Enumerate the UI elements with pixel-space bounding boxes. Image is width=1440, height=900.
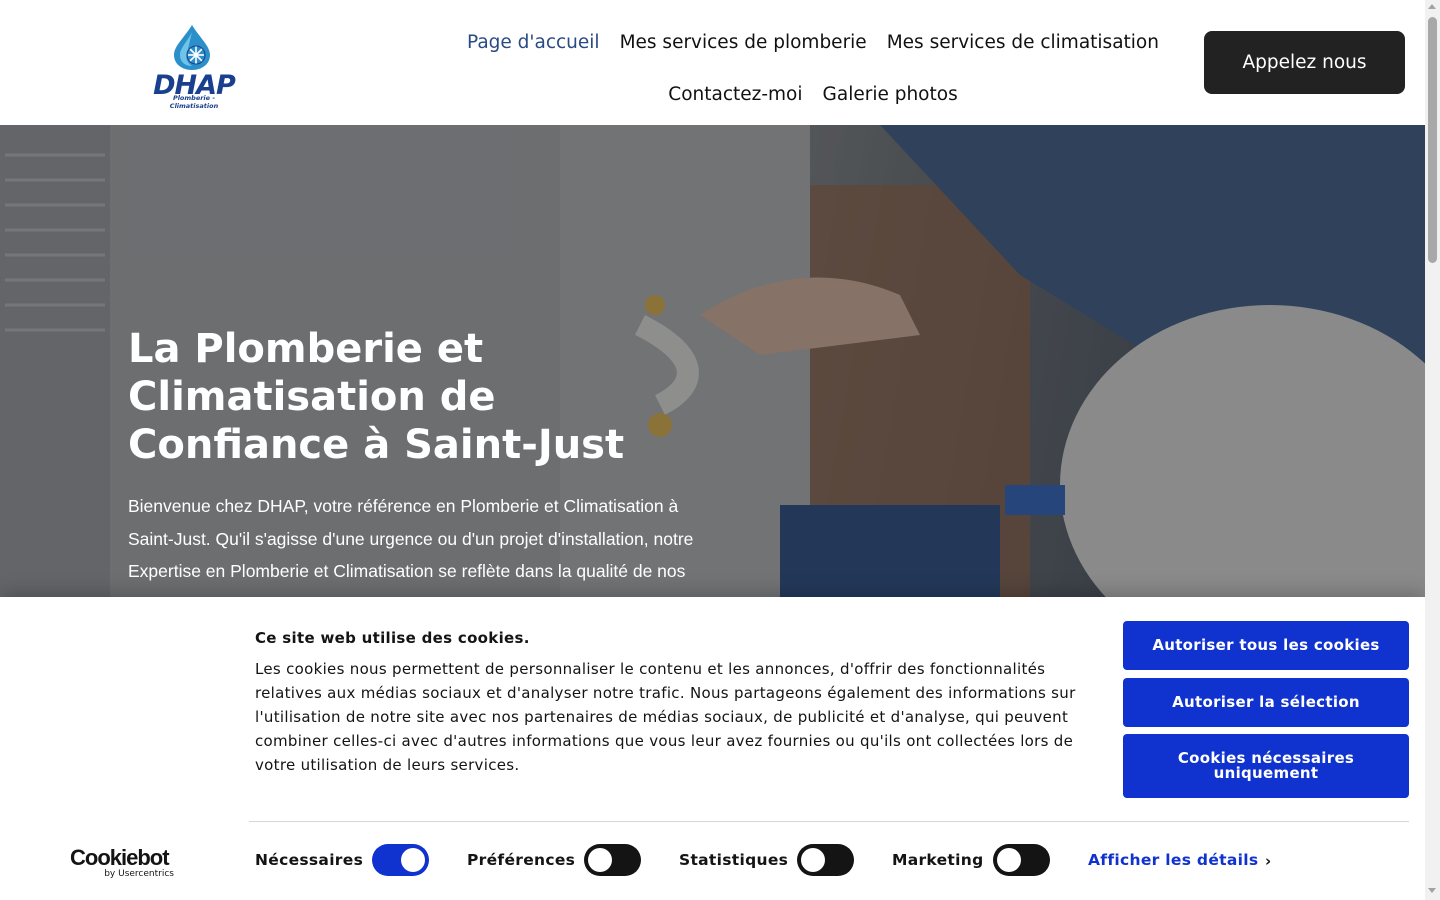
cookiebot-name: Cookiebot (70, 845, 170, 870)
water-drop-snowflake-icon (174, 25, 210, 70)
call-us-button[interactable]: Appelez nous (1204, 31, 1405, 94)
toggle-label-necessary: Nécessaires (255, 851, 364, 869)
logo-tagline: Plomberie - Climatisation (169, 94, 219, 110)
nav-item-home[interactable]: Page d'accueil (467, 32, 600, 53)
hero-section: La Plomberie et Climatisation de Confian… (0, 125, 1425, 600)
toggle-statistics[interactable] (797, 844, 854, 876)
cookie-description: Les cookies nous permettent de personnal… (255, 660, 1076, 774)
cookie-divider (249, 821, 1409, 822)
necessary-cookies-only-button[interactable]: Cookies nécessaires uniquement (1123, 734, 1409, 798)
main-nav: Page d'accueil Mes services de plomberie… (433, 16, 1193, 120)
toggle-preferences[interactable] (584, 844, 641, 876)
allow-selection-button[interactable]: Autoriser la sélection (1123, 678, 1409, 727)
toggle-knob (588, 848, 612, 872)
nav-item-plumbing-services[interactable]: Mes services de plomberie (620, 32, 867, 53)
nav-item-gallery[interactable]: Galerie photos (823, 84, 958, 105)
toggle-knob (401, 848, 425, 872)
toggle-label-marketing: Marketing (892, 851, 984, 869)
show-details-link[interactable]: Afficher les détails (1088, 851, 1258, 869)
scroll-thumb[interactable] (1428, 17, 1437, 263)
hero-title: La Plomberie et Climatisation de Confian… (128, 326, 625, 468)
scroll-up-arrow-icon[interactable] (1428, 4, 1436, 9)
cookie-title: Ce site web utilise des cookies. (255, 629, 530, 647)
cookie-consent-banner: Ce site web utilise des cookies. Les coo… (0, 597, 1425, 900)
toggle-knob (997, 848, 1021, 872)
toggle-necessary[interactable] (372, 844, 429, 876)
toggle-marketing[interactable] (993, 844, 1050, 876)
toggle-label-preferences: Préférences (467, 851, 576, 869)
toggle-knob (801, 848, 825, 872)
hero-description: Bienvenue chez DHAP, votre référence en … (128, 496, 694, 600)
cookiebot-logo[interactable]: Cookiebot by Usercentrics (70, 845, 180, 879)
dhap-logo[interactable]: DHAP Plomberie - Climatisation (148, 22, 240, 110)
site-header: DHAP Plomberie - Climatisation Page d'ac… (0, 0, 1425, 125)
chevron-right-icon: › (1265, 852, 1272, 870)
scroll-down-arrow-icon[interactable] (1428, 888, 1436, 893)
toggle-label-statistics: Statistiques (679, 851, 789, 869)
nav-item-ac-services[interactable]: Mes services de climatisation (887, 32, 1159, 53)
allow-all-cookies-button[interactable]: Autoriser tous les cookies (1123, 621, 1409, 670)
page-scrollbar[interactable] (1425, 0, 1440, 900)
nav-item-contact[interactable]: Contactez-moi (668, 84, 802, 105)
